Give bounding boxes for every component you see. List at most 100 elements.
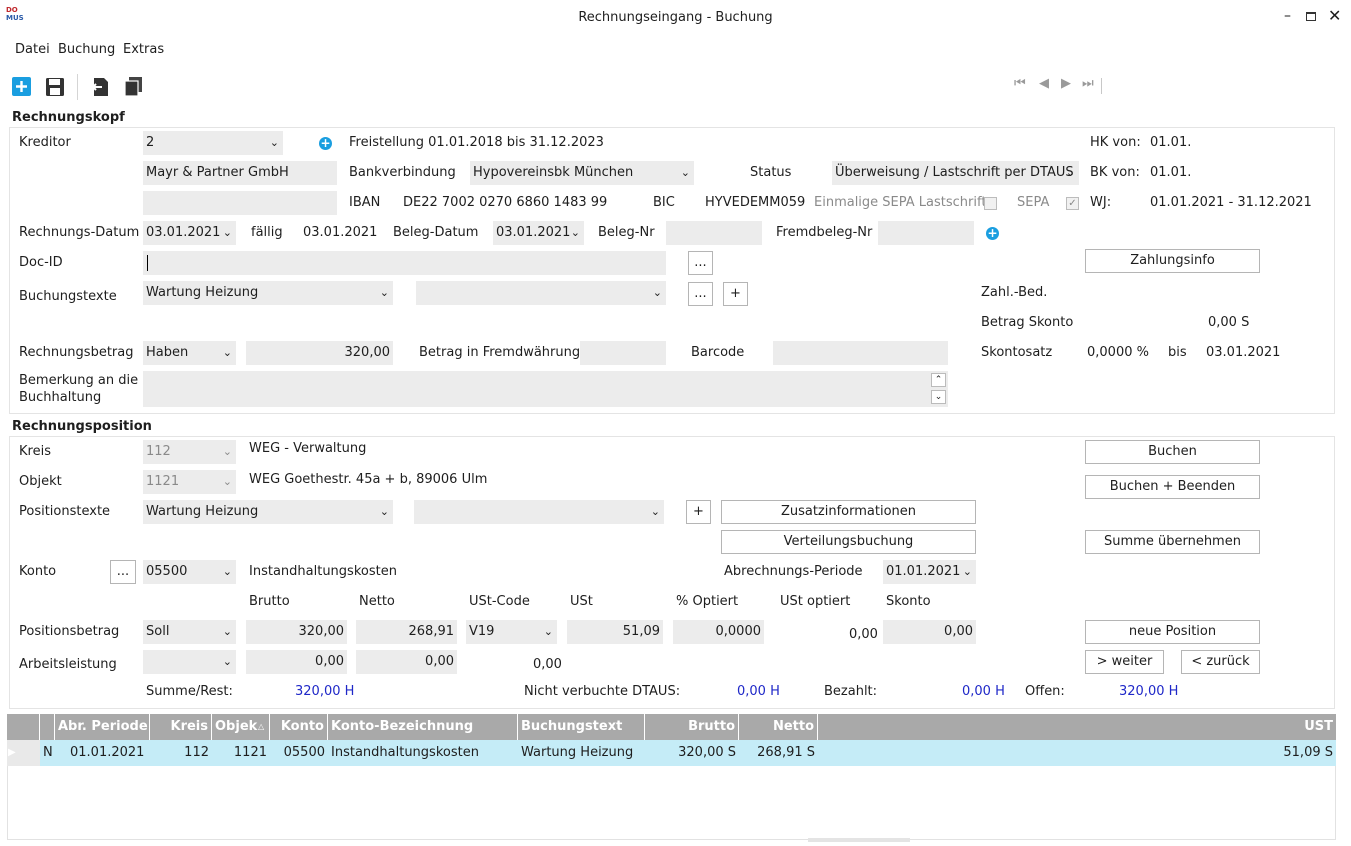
belegdatum-picker[interactable]: 03.01.2021 ⌄	[493, 221, 584, 245]
pos-ustcode-select[interactable]: V19 ⌄	[466, 620, 557, 644]
prev-record-icon[interactable]: ◀	[1039, 76, 1049, 91]
summe-uebernehmen-button[interactable]: Summe übernehmen	[1085, 530, 1260, 554]
buchungstexte-add-button[interactable]: +	[723, 282, 748, 306]
kreis-value: 112	[146, 444, 171, 459]
grid-header-buchungstext[interactable]: Buchungstext	[518, 714, 645, 740]
fremdwaehrung-label: Betrag in Fremdwährung	[419, 345, 581, 360]
grid-resize-grip[interactable]	[808, 838, 910, 842]
add-kreditor-icon[interactable]: +	[319, 137, 332, 150]
positionstexte-select[interactable]: Wartung Heizung ⌄	[143, 500, 393, 524]
konto-browse-button[interactable]: ...	[110, 560, 136, 584]
positionstexte2-select[interactable]: ⌄	[414, 500, 664, 524]
grid-header-kreis[interactable]: Kreis	[150, 714, 212, 740]
arb-brutto-field[interactable]: 0,00	[246, 650, 347, 674]
zurueck-button[interactable]: < zurück	[1181, 650, 1260, 674]
rechnungsbetrag-field[interactable]: 320,00	[246, 341, 393, 365]
chevron-down-icon: ⌄	[222, 565, 232, 578]
pos-brutto-field[interactable]: 320,00	[246, 620, 347, 644]
konto-label: Konto	[19, 564, 57, 579]
close-icon[interactable]: ✕	[1328, 6, 1341, 25]
maximize-icon[interactable]	[1306, 12, 1316, 21]
grid-header-ust[interactable]: UST	[818, 714, 1336, 740]
bankverbindung-value: Hypovereinsbk München	[473, 165, 634, 180]
scroll-down-icon[interactable]: ⌄	[931, 390, 946, 404]
positionstexte-add-button[interactable]: +	[686, 500, 711, 524]
exit-icon[interactable]	[89, 76, 111, 98]
kreditor-zusatz-field[interactable]	[143, 191, 337, 215]
grid-header-netto[interactable]: Netto	[739, 714, 818, 740]
objekt-select[interactable]: 1121 ⌄	[143, 470, 236, 494]
buchungstexte-select[interactable]: Wartung Heizung ⌄	[143, 281, 393, 305]
konto-select[interactable]: 05500 ⌄	[143, 560, 236, 584]
arbeitsleistung-label: Arbeitsleistung	[19, 657, 117, 672]
table-row[interactable]: ▶ N 01.01.2021 112 1121 05500 Instandhal…	[7, 740, 1336, 766]
nav-divider	[1101, 78, 1102, 94]
grid-header-abrperiode[interactable]: Abr. Periode	[55, 714, 150, 740]
chevron-down-icon: ⌄	[543, 625, 553, 638]
bk-value: 01.01.	[1150, 165, 1192, 180]
buchen-button[interactable]: Buchen	[1085, 440, 1260, 464]
minimize-icon[interactable]: –	[1284, 8, 1291, 24]
pos-optiert-field[interactable]: 0,0000	[673, 620, 764, 644]
bankverbindung-label: Bankverbindung	[349, 165, 456, 180]
chevron-down-icon: ⌄	[680, 166, 690, 179]
bankverbindung-select[interactable]: Hypovereinsbk München ⌄	[470, 161, 694, 185]
buchen-beenden-button[interactable]: Buchen + Beenden	[1085, 475, 1260, 499]
docid-browse-button[interactable]: ...	[688, 251, 713, 275]
toolbar-divider	[77, 74, 78, 100]
abrperiode-picker[interactable]: 01.01.2021 ⌄	[883, 560, 976, 584]
grid-header: Abr. Periode Kreis Objek △ Konto Konto-B…	[7, 714, 1336, 740]
pos-sollhaben-select[interactable]: Soll ⌄	[143, 620, 236, 644]
buchungstexte-value: Wartung Heizung	[146, 285, 259, 300]
menu-extras[interactable]: Extras	[123, 41, 164, 59]
bic-label: BIC	[653, 195, 675, 210]
fremdbeleg-field[interactable]	[878, 221, 974, 245]
kreditor-select[interactable]: 2 ⌄	[143, 131, 283, 155]
pos-netto-field[interactable]: 268,91	[356, 620, 457, 644]
belegnr-field[interactable]	[666, 221, 762, 245]
arb-netto-field[interactable]: 0,00	[356, 650, 457, 674]
new-icon[interactable]	[11, 76, 33, 98]
dtaus-value: 0,00 H	[737, 684, 780, 699]
sepa-einmalig-checkbox[interactable]	[984, 197, 997, 210]
sepa-checkbox[interactable]: ✓	[1066, 197, 1079, 210]
arbeitsleistung-select[interactable]: ⌄	[143, 650, 236, 674]
kreis-select[interactable]: 112 ⌄	[143, 440, 236, 464]
last-record-icon[interactable]: ⏭	[1082, 76, 1094, 91]
weiter-button[interactable]: > weiter	[1085, 650, 1164, 674]
fremdwaehrung-field[interactable]	[580, 341, 666, 365]
grid-header-bezeichnung[interactable]: Konto-Bezeichnung	[328, 714, 518, 740]
scroll-up-icon[interactable]: ⌃	[931, 373, 946, 387]
docid-field[interactable]	[143, 251, 666, 275]
menu-datei[interactable]: Datei	[15, 41, 50, 59]
buchungstexte-browse-button[interactable]: ...	[688, 282, 713, 306]
grid-header-konto[interactable]: Konto	[270, 714, 328, 740]
next-record-icon[interactable]: ▶	[1061, 76, 1071, 91]
chevron-down-icon: ⌄	[222, 445, 232, 458]
bemerkung-textarea[interactable]: ⌃ ⌄	[143, 371, 948, 407]
kreditor-name-field[interactable]: Mayr & Partner GmbH	[143, 161, 337, 185]
kreditor-value: 2	[146, 135, 155, 150]
zahlungsinfo-button[interactable]: Zahlungsinfo	[1085, 249, 1260, 273]
verteilungsbuchung-button[interactable]: Verteilungsbuchung	[721, 530, 976, 554]
barcode-field[interactable]	[773, 341, 948, 365]
iban-label: IBAN	[349, 195, 381, 210]
neue-position-button[interactable]: neue Position	[1085, 620, 1260, 644]
offen-value: 320,00 H	[1119, 684, 1179, 699]
zusatzinformationen-button[interactable]: Zusatzinformationen	[721, 500, 976, 524]
objekt-label: Objekt	[19, 474, 62, 489]
add-fremdbeleg-icon[interactable]: +	[986, 227, 999, 240]
pos-ust-field[interactable]: 51,09	[567, 620, 663, 644]
sollhaben-select[interactable]: Haben ⌄	[143, 341, 236, 365]
save-icon[interactable]	[44, 76, 66, 98]
buchungstexte2-select[interactable]: ⌄	[416, 281, 666, 305]
pos-skonto-field[interactable]: 0,00	[883, 620, 976, 644]
rechnungsdatum-picker[interactable]: 03.01.2021 ⌄	[143, 221, 236, 245]
menu-buchung[interactable]: Buchung	[58, 41, 115, 59]
grid-header-brutto[interactable]: Brutto	[645, 714, 739, 740]
row-selector-icon: ▶	[7, 740, 40, 766]
chevron-down-icon: ⌄	[269, 136, 279, 149]
copy-icon[interactable]	[123, 75, 145, 97]
first-record-icon[interactable]: ⏮	[1014, 76, 1026, 91]
status-select[interactable]: Überweisung / Lastschrift per DTAUS ⌄	[832, 161, 1079, 185]
